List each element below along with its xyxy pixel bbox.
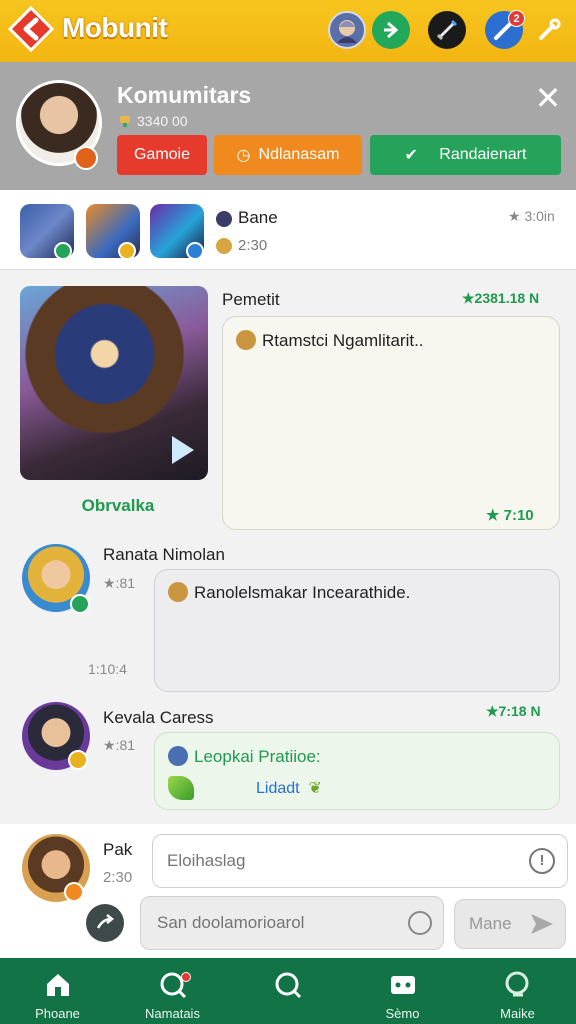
community-banner: Komumitars 3340 00 ✕ Gamoie ◷ Ndlanasam ✔… — [0, 62, 576, 190]
nav-label: Namatais — [145, 1006, 200, 1021]
comment-meta: ★:81 — [103, 575, 136, 591]
online-check-icon — [54, 242, 72, 260]
level-badge-icon — [118, 242, 136, 260]
schedule-button[interactable]: ◷ Ndlanasam — [214, 135, 362, 175]
schedule-button-label: Ndlanasam — [258, 146, 340, 163]
nav-label: Sèmo — [385, 1006, 420, 1021]
comment-input[interactable] — [152, 834, 568, 888]
app-title: Mobunit — [62, 12, 168, 43]
sword-icon[interactable] — [428, 11, 466, 49]
online-time-text: 2:30 — [238, 237, 268, 254]
send-button-label: Mane — [469, 914, 512, 933]
gamepad-icon — [390, 976, 415, 994]
level-badge-icon — [68, 750, 88, 770]
tool-icon[interactable] — [530, 11, 568, 49]
nav-item-games[interactable]: Sèmo — [345, 958, 460, 1024]
page-title: Komumitars — [117, 82, 252, 108]
comment-message-text: Ranolelsmakar Incearathide. — [194, 583, 411, 602]
clock-icon: ◷ — [236, 147, 251, 164]
comment-link[interactable]: Lidadt ❦ — [256, 778, 322, 798]
nav-item-search[interactable] — [230, 958, 345, 1024]
comment-author: Kevala Caress — [103, 708, 214, 727]
info-icon[interactable]: ! — [529, 848, 555, 874]
emoji-icon — [236, 330, 256, 350]
post-message-time: ★ 7:10 — [486, 507, 534, 524]
member-count: 3340 00 — [117, 113, 188, 129]
emoji-picker-icon[interactable] — [408, 911, 432, 935]
comment-bubble — [154, 732, 560, 810]
notification-badge: 2 — [508, 10, 525, 27]
online-members-row — [0, 190, 576, 270]
online-username-text: Bane — [238, 208, 278, 227]
nav-item-more[interactable]: Maike — [460, 958, 576, 1024]
bottom-navigation: Phoane Namatais Sèmo Maike — [0, 958, 576, 1024]
composer-time: 2:30 — [103, 869, 133, 886]
comment-message: Leopkai Pratiioe: — [168, 746, 321, 767]
top-app-bar: Mobunit 2 — [0, 0, 576, 62]
avatar-badge-icon — [74, 146, 98, 170]
share-icon — [96, 914, 115, 929]
share-button[interactable] — [86, 904, 124, 942]
close-icon[interactable]: ✕ — [530, 80, 566, 116]
message-input[interactable] — [140, 896, 444, 950]
rank-badge-icon — [186, 242, 204, 260]
send-icon[interactable] — [528, 910, 556, 938]
leaf-icon — [168, 776, 194, 800]
emoji-icon — [216, 238, 232, 254]
add-icon[interactable] — [372, 11, 410, 49]
member-count-text: 3340 00 — [137, 113, 188, 129]
search-icon — [275, 972, 301, 999]
post-author: Pemetit — [222, 290, 280, 309]
comment-author: Ranata Nimolan — [103, 545, 225, 564]
comment-message: Ranolelsmakar Incearathide. — [168, 582, 410, 603]
check-icon: ✔ — [404, 147, 418, 164]
nav-item-home[interactable]: Phoane — [0, 958, 115, 1024]
online-check-icon — [70, 594, 90, 614]
nav-label: Maike — [500, 1006, 535, 1021]
comment-time: 1:10:4 — [88, 661, 127, 677]
comment-message-text: Leopkai Pratiioe: — [194, 747, 321, 766]
composer-author: Pak — [103, 840, 133, 859]
nav-item-notifications[interactable]: Namatais — [115, 958, 230, 1024]
game-button[interactable]: Gamoie — [117, 135, 207, 175]
search-alt-icon — [505, 971, 529, 997]
level-badge-icon — [64, 882, 84, 902]
confirm-button[interactable]: ✔ Randaienart — [370, 135, 561, 175]
online-time: 2:30 — [216, 237, 267, 254]
home-icon — [46, 974, 69, 996]
team-icon — [216, 211, 232, 227]
online-stamp: ★ 3:0in — [508, 208, 555, 224]
comment-meta: ★:81 — [103, 737, 136, 753]
leaf-small-icon: ❦ — [304, 780, 322, 797]
comment-stamp: ★7:18 N — [486, 703, 541, 719]
post-caption[interactable]: Obrvalka — [20, 496, 216, 516]
comment-link-text[interactable]: Lidadt — [256, 780, 300, 797]
globe-icon — [168, 746, 188, 766]
trophy-icon — [117, 114, 133, 128]
notification-dot — [181, 972, 191, 982]
profile-avatar-icon[interactable] — [328, 11, 366, 49]
post-stamp: ★2381.18 N — [462, 290, 540, 306]
nav-label: Phoane — [35, 1006, 80, 1021]
online-username: Bane — [216, 208, 278, 228]
app-logo-icon — [8, 6, 54, 52]
confirm-button-label: Randaienart — [439, 146, 527, 163]
post-message: Rtamstci Ngamlitarit.. — [236, 330, 424, 351]
emoji-icon — [168, 582, 188, 602]
post-message-text: Rtamstci Ngamlitarit.. — [262, 331, 424, 350]
play-icon[interactable] — [172, 436, 194, 464]
